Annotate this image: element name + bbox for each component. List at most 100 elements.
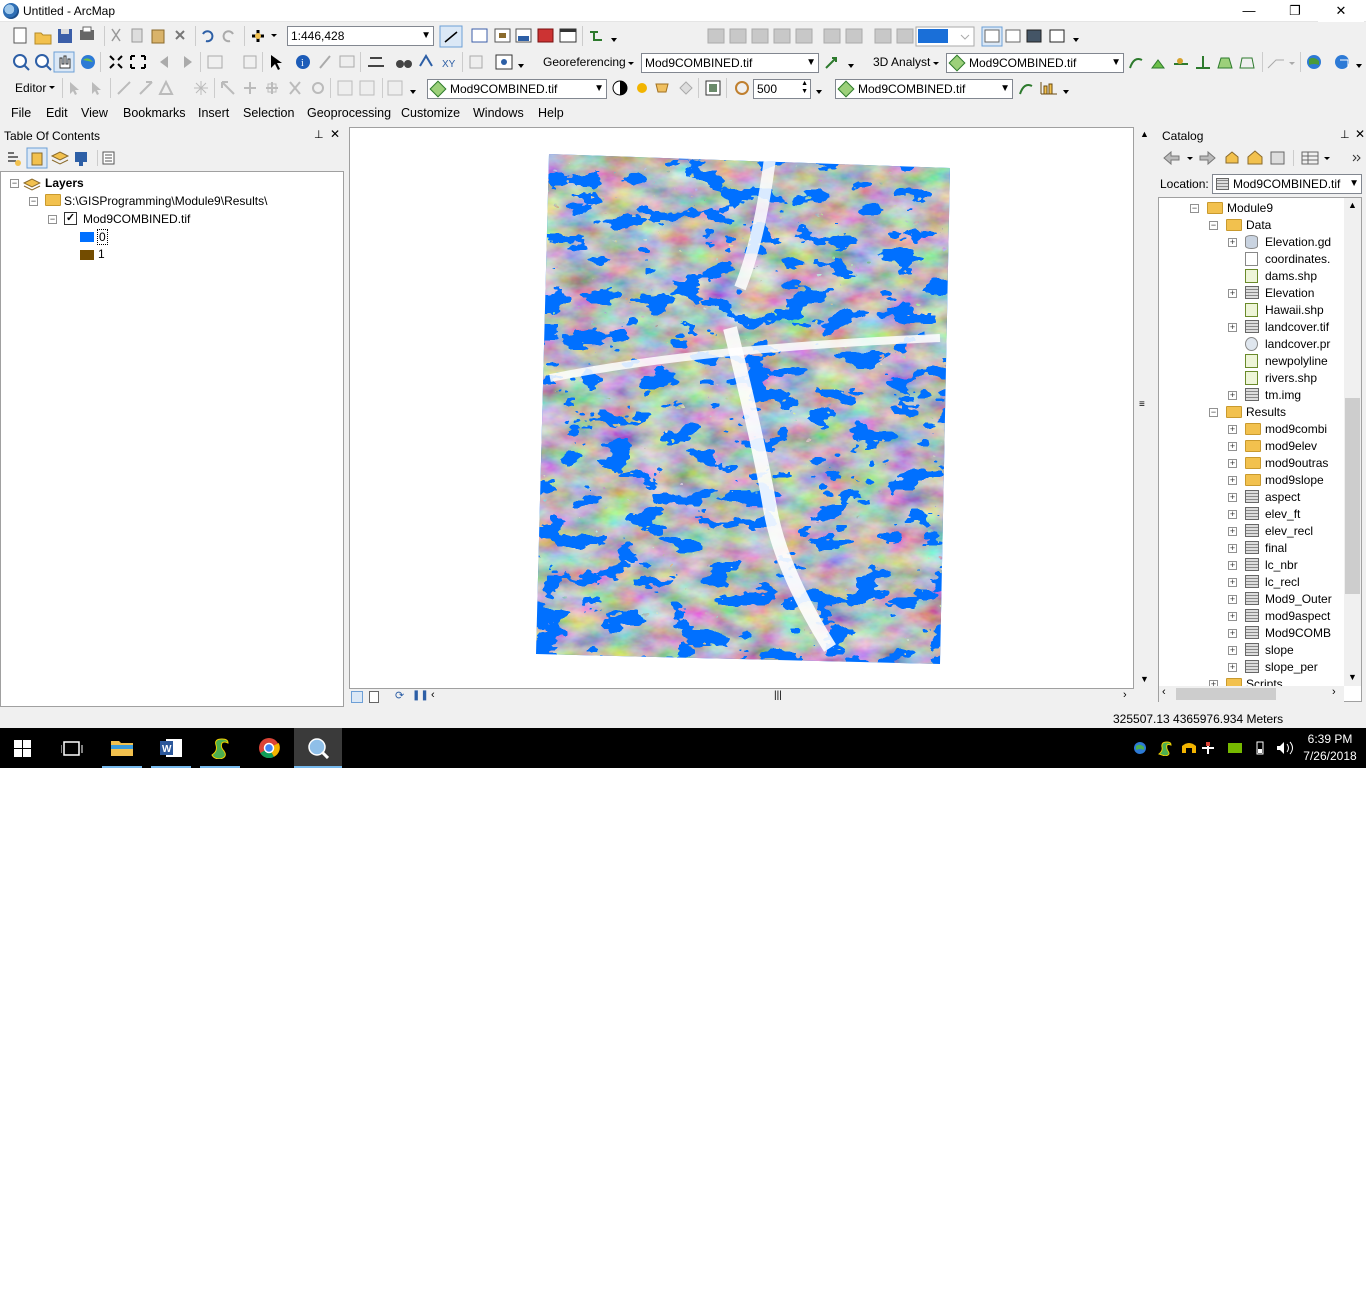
expand-icon[interactable]: + (1228, 476, 1237, 485)
catalog-horizontal-scrollbar[interactable]: ‹ › (1159, 686, 1344, 703)
georeferencing-menu[interactable]: Georeferencing (543, 55, 626, 69)
catalog-item[interactable]: Elevation (1265, 286, 1314, 300)
catalog-item[interactable]: aspect (1265, 490, 1300, 504)
catalog-item[interactable]: Elevation.gd (1265, 235, 1331, 249)
expand-icon[interactable]: + (1228, 323, 1237, 332)
menu-edit[interactable]: Edit (46, 106, 68, 120)
image-analysis-layer-combo[interactable]: Mod9COMBINED.tif ▼ (427, 79, 607, 99)
menu-help[interactable]: Help (538, 106, 564, 120)
menu-customize[interactable]: Customize (401, 106, 460, 120)
catalog-item[interactable]: Mod9COMB (1265, 626, 1331, 640)
legend-swatch-0[interactable] (80, 232, 94, 242)
restore-button[interactable]: ❐ (1272, 0, 1318, 22)
collapse-icon[interactable]: − (1209, 408, 1218, 417)
menu-view[interactable]: View (81, 106, 108, 120)
legend-label-1[interactable]: 1 (98, 247, 105, 261)
expand-icon[interactable]: + (1228, 578, 1237, 587)
expand-icon[interactable]: + (1228, 629, 1237, 638)
map-scale-combo[interactable]: 1:446,428 ▼ (287, 26, 434, 46)
layers-label[interactable]: Layers (45, 176, 84, 190)
map-horizontal-scrollbar[interactable]: ⟳ ❚❚ ‹ ||| › (349, 689, 1134, 706)
expand-icon[interactable]: + (1228, 612, 1237, 621)
scroll-thumb[interactable] (1176, 688, 1276, 700)
scroll-down-icon[interactable]: ▼ (1348, 672, 1357, 682)
expand-icon[interactable]: + (1228, 663, 1237, 672)
minimize-button[interactable]: — (1226, 0, 1272, 22)
arcmap-taskbar-button[interactable] (294, 728, 342, 768)
close-button[interactable]: ✕ (1318, 0, 1364, 22)
catalog-item[interactable]: lc_recl (1265, 575, 1300, 589)
menu-file[interactable]: File (11, 106, 31, 120)
menu-windows[interactable]: Windows (473, 106, 524, 120)
pin-icon[interactable]: ⊥ (1340, 128, 1350, 141)
catalog-item[interactable]: rivers.shp (1265, 371, 1317, 385)
layer-visibility-checkbox[interactable]: ✓ (64, 212, 77, 225)
close-icon[interactable]: ✕ (330, 127, 340, 141)
expand-icon[interactable]: + (1228, 646, 1237, 655)
expand-icon[interactable]: + (1228, 544, 1237, 553)
pause-drawing-icon[interactable]: ❚❚ (412, 690, 429, 701)
layer-name[interactable]: Mod9COMBINED.tif (83, 212, 190, 226)
collapse-icon[interactable]: − (1190, 204, 1199, 213)
map-display[interactable] (349, 127, 1134, 689)
3d-analyst-layer-combo[interactable]: Mod9COMBINED.tif ▼ (946, 53, 1124, 73)
map-vertical-scrollbar[interactable]: ▲ ≡ ▼ (1136, 127, 1153, 689)
georef-layer-combo[interactable]: Mod9COMBINED.tif ▼ (641, 53, 819, 73)
location-combo[interactable]: Mod9COMBINED.tif ▼ (1212, 174, 1362, 194)
scroll-right-icon[interactable]: › (1332, 686, 1336, 698)
expand-icon[interactable]: + (1228, 289, 1237, 298)
file-explorer-taskbar-button[interactable] (98, 728, 146, 768)
catalog-item[interactable]: tm.img (1265, 388, 1301, 402)
catalog-item[interactable]: slope_per (1265, 660, 1318, 674)
expand-icon[interactable]: + (1228, 595, 1237, 604)
catalog-vertical-scrollbar[interactable]: ▲ ▼ (1344, 198, 1361, 686)
collapse-path-icon[interactable]: − (29, 197, 38, 206)
value-spinner[interactable]: 500 ▲ ▼ (753, 79, 811, 99)
scroll-up-icon[interactable]: ▲ (1348, 200, 1357, 210)
editor-menu[interactable]: Editor (15, 81, 46, 95)
task-view-icon[interactable] (61, 740, 83, 758)
catalog-item[interactable]: landcover.tif (1265, 320, 1329, 334)
catalog-item[interactable]: mod9elev (1265, 439, 1317, 453)
menu-selection[interactable]: Selection (243, 106, 294, 120)
catalog-item[interactable]: mod9aspect (1265, 609, 1330, 623)
close-icon[interactable]: ✕ (1355, 127, 1365, 141)
raster-map[interactable] (350, 128, 1135, 690)
expand-icon[interactable]: + (1228, 510, 1237, 519)
collapse-layer-icon[interactable]: − (48, 215, 57, 224)
layout-view-icon[interactable] (369, 691, 379, 703)
scroll-up-icon[interactable]: ▲ (1140, 129, 1149, 139)
expand-icon[interactable]: + (1228, 459, 1237, 468)
scroll-thumb-grip-icon[interactable]: ≡ (1139, 399, 1145, 410)
catalog-item[interactable]: dams.shp (1265, 269, 1317, 283)
expand-icon[interactable]: + (1228, 493, 1237, 502)
catalog-item[interactable]: mod9outras (1265, 456, 1328, 470)
catalog-item[interactable]: Data (1246, 218, 1271, 232)
windows-start-icon[interactable] (14, 740, 32, 758)
catalog-item[interactable]: elev_recl (1265, 524, 1313, 538)
menu-insert[interactable]: Insert (198, 106, 229, 120)
expand-icon[interactable]: + (1228, 238, 1237, 247)
3d-analyst-menu[interactable]: 3D Analyst (873, 55, 930, 69)
scroll-left-icon[interactable]: ‹ (431, 689, 435, 701)
menu-bookmarks[interactable]: Bookmarks (123, 106, 186, 120)
collapse-icon[interactable]: − (1209, 221, 1218, 230)
data-view-icon[interactable] (351, 691, 363, 703)
catalog-item[interactable]: Results (1246, 405, 1286, 419)
scroll-thumb[interactable] (1345, 398, 1360, 594)
chrome-taskbar-button[interactable] (245, 728, 293, 768)
python-taskbar-button[interactable] (196, 728, 244, 768)
catalog-item[interactable]: newpolyline (1265, 354, 1328, 368)
catalog-item[interactable]: Module9 (1227, 201, 1273, 215)
expand-icon[interactable]: + (1228, 442, 1237, 451)
refresh-icon[interactable]: ⟳ (395, 689, 404, 702)
collapse-layers-icon[interactable]: − (10, 179, 19, 188)
catalog-item[interactable]: Hawaii.shp (1265, 303, 1324, 317)
scroll-left-icon[interactable]: ‹ (1162, 686, 1166, 698)
catalog-item[interactable]: lc_nbr (1265, 558, 1298, 572)
catalog-item[interactable]: coordinates. (1265, 252, 1330, 266)
expand-icon[interactable]: + (1228, 425, 1237, 434)
catalog-item[interactable]: landcover.pr (1265, 337, 1330, 351)
catalog-item[interactable]: slope (1265, 643, 1294, 657)
menu-geoprocessing[interactable]: Geoprocessing (307, 106, 391, 120)
